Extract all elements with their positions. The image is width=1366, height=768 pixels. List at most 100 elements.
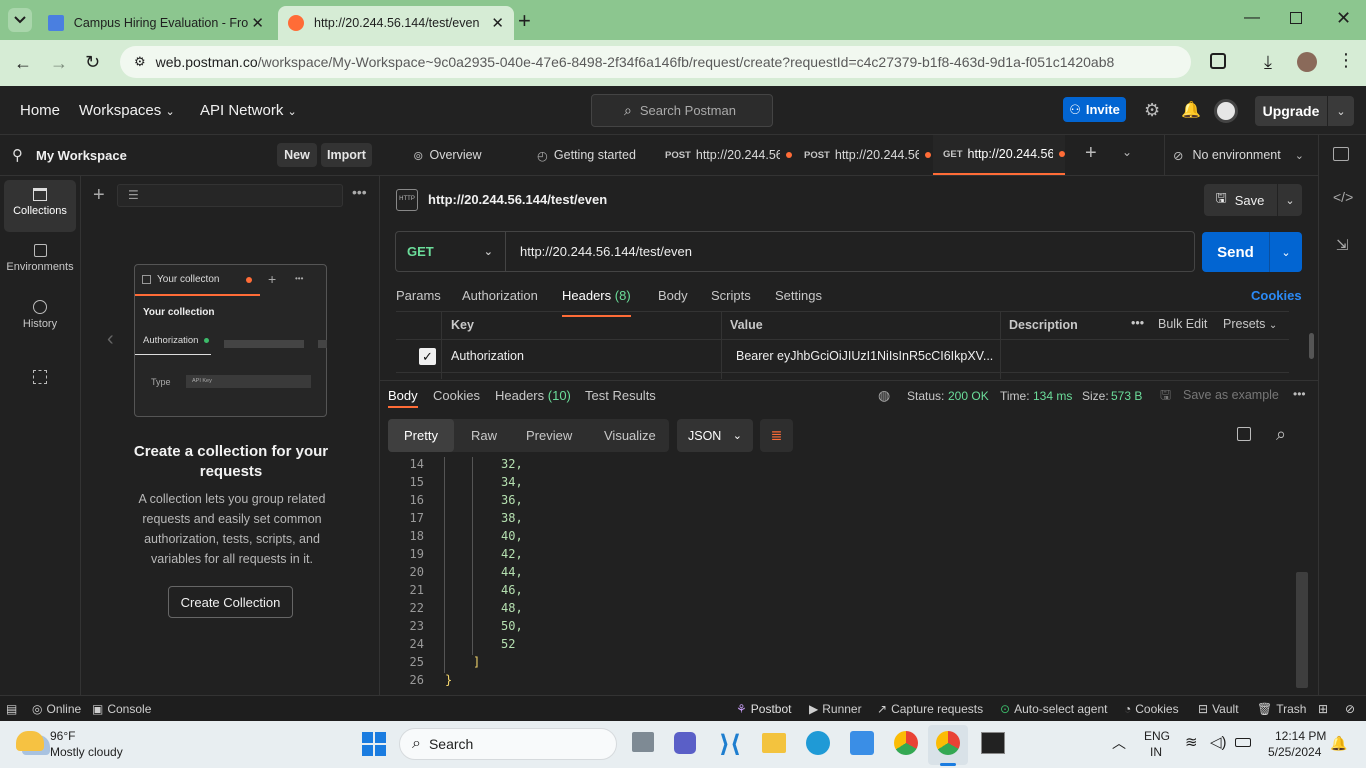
view-preview[interactable]: Preview (526, 428, 572, 443)
chrome-active-task[interactable] (928, 725, 968, 766)
response-tab-test-results[interactable]: Test Results (585, 388, 656, 403)
tab-settings[interactable]: Settings (775, 288, 822, 303)
close-window-icon[interactable]: ✕ (1336, 8, 1351, 29)
view-visualize[interactable]: Visualize (604, 428, 656, 443)
status-value[interactable]: 200 OK (948, 389, 989, 403)
new-button[interactable]: New (277, 143, 317, 167)
forward-icon[interactable]: → (50, 53, 68, 74)
carousel-prev-icon[interactable]: ‹ (107, 328, 114, 351)
request-title[interactable]: http://20.244.56.144/test/even (428, 192, 607, 207)
online-status[interactable]: ◎ Online (32, 702, 81, 716)
layout-toggle-icon[interactable]: ⊞ (1318, 702, 1328, 716)
user-avatar[interactable] (1214, 99, 1238, 123)
more-options-icon[interactable]: ••• (1131, 316, 1144, 330)
store-icon[interactable] (850, 731, 874, 755)
layout-icon[interactable] (1333, 147, 1349, 161)
sidebar-item-environments[interactable]: Environments (4, 236, 76, 288)
search-icon[interactable]: ⌕ (1276, 424, 1286, 445)
postbot-button[interactable]: ⚘ Postbot (736, 702, 791, 716)
format-select[interactable]: JSON ⌄ (677, 419, 753, 452)
sidebar-item-configure[interactable] (4, 364, 76, 392)
new-tab-icon[interactable]: + (1085, 142, 1097, 165)
weather-desc[interactable]: Mostly cloudy (50, 745, 123, 759)
response-scrollbar[interactable] (1296, 572, 1308, 688)
reload-icon[interactable]: ↻ (85, 52, 100, 73)
url-input[interactable]: http://20.244.56.144/test/even (520, 244, 692, 259)
response-tab-cookies[interactable]: Cookies (433, 388, 480, 403)
site-info-icon[interactable]: ⚙ (134, 54, 146, 70)
view-pretty[interactable]: Pretty (388, 419, 454, 452)
create-collection-button[interactable]: Create Collection (168, 586, 293, 618)
cookies-button[interactable]: ◔ Cookies (1124, 702, 1179, 716)
cookies-link[interactable]: Cookies (1251, 288, 1302, 303)
headers-scrollbar[interactable] (1309, 333, 1314, 359)
windows-start-icon[interactable] (362, 732, 386, 756)
clock-date[interactable]: 5/25/2024 (1268, 745, 1321, 759)
header-value-cell[interactable]: Bearer eyJhbGciOiJIUzI1NiIsInR5cCI6IkpXV… (736, 349, 993, 363)
save-button[interactable]: 🖫 Save (1204, 184, 1276, 216)
notification-icon[interactable]: 🔔 (1330, 735, 1347, 752)
tab-body[interactable]: Body (658, 288, 688, 303)
view-raw[interactable]: Raw (471, 428, 497, 443)
terminal-icon[interactable] (981, 732, 1005, 754)
chrome-icon[interactable] (894, 731, 918, 755)
extensions-icon[interactable] (1210, 53, 1226, 69)
minimize-icon[interactable]: — (1244, 9, 1260, 27)
clock-time[interactable]: 12:14 PM (1275, 729, 1326, 743)
edge-icon[interactable] (806, 731, 830, 755)
browser-tab-forms[interactable]: Campus Hiring Evaluation - Fro ✕ (38, 6, 274, 40)
row-enabled-checkbox[interactable]: ✓ (419, 348, 436, 365)
browser-tab-active[interactable]: http://20.244.56.144/test/even ✕ (278, 6, 514, 40)
settings-gear-icon[interactable]: ⚙ (1144, 100, 1160, 121)
save-as-example-button[interactable]: Save as example (1183, 388, 1279, 402)
code-snippet-icon[interactable]: </> (1333, 189, 1353, 205)
volume-icon[interactable]: ◁) (1210, 733, 1227, 751)
notification-bell-icon[interactable]: 🔔 (1181, 100, 1201, 120)
restore-icon[interactable] (1290, 12, 1302, 24)
filter-input[interactable]: ☰ (117, 184, 343, 207)
response-tab-body[interactable]: Body (388, 388, 418, 408)
nav-workspaces[interactable]: Workspaces ⌄ (79, 102, 175, 119)
tab-authorization[interactable]: Authorization (462, 288, 538, 303)
copy-icon[interactable] (1237, 427, 1251, 441)
tab-search-button[interactable] (8, 8, 32, 32)
runner-button[interactable]: ▶ Runner (809, 702, 862, 716)
tab-request-get-active[interactable]: GET http://20.244.56.1 (933, 135, 1065, 175)
environment-selector[interactable]: ⊘ No environment ⌄ (1164, 135, 1304, 175)
download-icon[interactable]: ⤓ (1264, 52, 1272, 73)
invite-button[interactable]: ⚇ Invite (1063, 97, 1126, 122)
profile-avatar[interactable] (1297, 52, 1317, 72)
tab-request-post-1[interactable]: POST http://20.244.56 (665, 135, 795, 175)
address-bar[interactable]: ⚙ web.postman.co/workspace/My-Workspace~… (120, 46, 1191, 78)
nav-api-network[interactable]: API Network ⌄ (200, 102, 297, 119)
time-value[interactable]: 134 ms (1033, 389, 1072, 403)
more-options-icon[interactable]: ••• (352, 184, 367, 200)
sidebar-item-history[interactable]: History (4, 292, 76, 344)
header-key-cell[interactable]: Authorization (451, 349, 524, 363)
response-tab-headers[interactable]: Headers (10) (495, 388, 571, 403)
task-view-icon[interactable] (632, 732, 654, 752)
close-icon[interactable]: ✕ (491, 14, 504, 32)
workspace-name[interactable]: My Workspace (36, 148, 127, 163)
method-select[interactable]: GET ⌄ (396, 232, 506, 271)
import-button[interactable]: Import (321, 143, 372, 167)
language-indicator[interactable]: ENG (1144, 729, 1170, 743)
teams-icon[interactable] (674, 732, 696, 754)
weather-temp[interactable]: 96°F (50, 729, 75, 743)
tab-overview[interactable]: ⊚ Overview (413, 135, 482, 175)
size-value[interactable]: 573 B (1111, 389, 1142, 403)
add-collection-icon[interactable]: + (93, 184, 105, 207)
sidebar-item-collections[interactable]: Collections (4, 180, 76, 232)
upgrade-menu-chevron-icon[interactable]: ⌄ (1328, 96, 1354, 126)
send-button[interactable]: Send (1202, 232, 1269, 272)
help-icon[interactable]: ⊘ (1345, 702, 1355, 716)
response-body-code[interactable]: 14 32, 15 34, 16 36, 17 38, 18 40, 19 42, 20 44, 21 46,… (380, 457, 1298, 695)
upgrade-button[interactable]: Upgrade (1255, 96, 1327, 126)
file-explorer-icon[interactable] (762, 733, 786, 753)
tab-scripts[interactable]: Scripts (711, 288, 751, 303)
browser-menu-icon[interactable]: ⋮ (1337, 50, 1355, 71)
bulk-edit-link[interactable]: Bulk Edit (1158, 317, 1207, 331)
console-button[interactable]: ▣ Console (92, 702, 151, 716)
new-tab-icon[interactable]: + (518, 8, 531, 34)
battery-icon[interactable] (1235, 738, 1251, 747)
